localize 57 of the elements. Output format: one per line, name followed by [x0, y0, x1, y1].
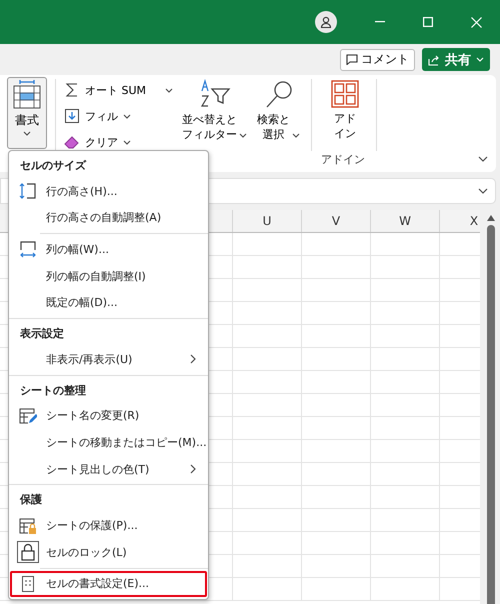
- format-cells-icon: [22, 576, 34, 592]
- menu-item[interactable]: シートの保護(P)...: [10, 512, 207, 539]
- menu-item[interactable]: セルの書式設定(E)...: [10, 570, 207, 598]
- row-height-icon: [19, 182, 37, 200]
- close-icon[interactable]: [471, 16, 482, 28]
- menu-item[interactable]: シート名の変更(R): [10, 402, 207, 430]
- sheet-lock-icon: [19, 516, 37, 535]
- menu-item[interactable]: 既定の幅(D)...: [10, 289, 207, 316]
- chevron-icon: [476, 57, 484, 62]
- minimize-icon[interactable]: [375, 21, 385, 23]
- table-format-icon: [13, 80, 41, 110]
- grid-icon: [331, 80, 360, 108]
- addins-button[interactable]: アド イン: [328, 75, 362, 143]
- expand-icon[interactable]: [478, 188, 488, 194]
- share-icon: [428, 54, 440, 66]
- sheet-rename-icon: [19, 406, 37, 425]
- column-header[interactable]: W: [399, 214, 411, 228]
- find-select-button[interactable]: 検索と 選択: [254, 75, 304, 144]
- comment-icon: [346, 54, 358, 65]
- sigma-icon: [64, 82, 80, 98]
- sum-button[interactable]: オート SUM: [62, 78, 176, 102]
- scroll-up-icon[interactable]: [487, 215, 495, 221]
- maximize-icon[interactable]: [423, 17, 433, 27]
- column-header[interactable]: V: [332, 214, 340, 228]
- chevron-icon: [123, 114, 131, 118]
- group-label: アドイン: [321, 152, 366, 167]
- menu-item[interactable]: 行の高さ(H)...: [10, 178, 207, 205]
- down-arrow-box-icon: [64, 108, 80, 124]
- menu-item[interactable]: 非表示/再表示(U): [10, 346, 207, 373]
- menu-item[interactable]: セルのロック(L): [10, 538, 207, 566]
- chevron-icon: [23, 131, 31, 136]
- menu-section-title: 保護: [18, 492, 43, 508]
- menu-section-title: シートの整理: [19, 382, 87, 399]
- account-icon[interactable]: [315, 11, 337, 33]
- menu-item[interactable]: シート見出しの色(T): [10, 456, 207, 482]
- column-header[interactable]: U: [262, 214, 272, 228]
- chevron-icon: [239, 133, 248, 138]
- fill-button[interactable]: フィル: [62, 104, 176, 128]
- clear-button[interactable]: クリア: [62, 130, 176, 154]
- chevron-icon: [292, 133, 300, 138]
- format-button[interactable]: 書式: [7, 77, 47, 149]
- sort-filter-button[interactable]: 並べ替えと フィルター: [179, 75, 250, 144]
- menu-item[interactable]: 列の幅の自動調整(I): [10, 262, 207, 290]
- lock-icon: [20, 543, 36, 562]
- menu-section-title: セルのサイズ: [19, 158, 88, 174]
- menu-item[interactable]: 行の高さの自動調整(A): [10, 204, 207, 232]
- chevron-icon: [123, 140, 131, 144]
- menu-item[interactable]: シートの移動またはコピー(M)...: [10, 429, 207, 456]
- menu-item[interactable]: 列の幅(W)...: [10, 236, 207, 263]
- column-width-icon: [19, 240, 37, 258]
- collapse-ribbon-icon[interactable]: [478, 156, 488, 162]
- share-button[interactable]: 共有: [422, 48, 490, 71]
- sort-filter-icon: [198, 79, 231, 109]
- column-header[interactable]: X: [470, 214, 478, 228]
- menu-section-title: 表示設定: [19, 326, 65, 342]
- comment-button[interactable]: コメント: [340, 48, 415, 70]
- chevron-icon: [165, 88, 174, 92]
